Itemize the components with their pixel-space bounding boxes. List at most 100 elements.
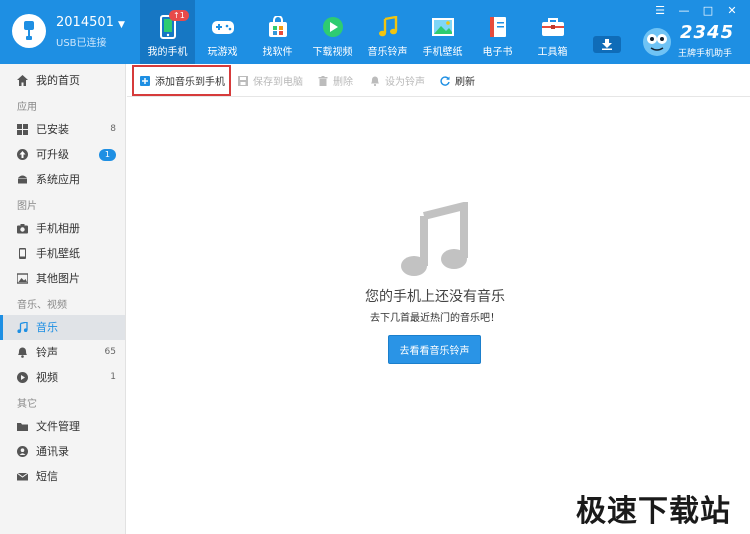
book-icon xyxy=(485,14,511,40)
device-status: USB已连接 xyxy=(56,38,107,49)
nav-games[interactable]: 玩游戏 xyxy=(195,0,250,64)
music-note-icon xyxy=(17,322,28,333)
sidebar-item-music[interactable]: 音乐 xyxy=(0,315,125,340)
refresh-label: 刷新 xyxy=(455,77,475,88)
section-pictures: 图片 xyxy=(17,201,37,212)
chevron-down-icon[interactable]: ▼ xyxy=(118,20,125,30)
refresh-button[interactable]: 刷新 xyxy=(440,64,475,97)
nav-my-phone[interactable]: ↑1 我的手机 xyxy=(140,0,195,64)
set-ringtone-button[interactable]: 设为铃声 xyxy=(370,64,425,97)
gamepad-icon xyxy=(210,14,236,40)
trash-icon xyxy=(318,75,328,86)
sidebar-item-contacts[interactable]: 通讯录 xyxy=(0,439,125,464)
upgrade-icon xyxy=(17,149,28,160)
phone-wallpaper-icon xyxy=(19,248,26,259)
upgrade-count-badge: 1 xyxy=(98,149,116,161)
music-note-icon xyxy=(375,14,401,40)
nav-label: 工具箱 xyxy=(537,47,568,58)
contact-icon xyxy=(17,446,28,457)
sidebar-item-label: 其他图片 xyxy=(36,272,80,285)
folder-icon xyxy=(17,423,28,431)
nav-wallpaper[interactable]: 手机壁纸 xyxy=(415,0,470,64)
sidebar-item-installed[interactable]: 已安装 8 xyxy=(0,117,125,142)
main-nav: ↑1 我的手机 玩游戏 找软件 下载视频 音乐铃声 手机壁纸 电子书 工具箱 xyxy=(140,0,580,64)
nav-label: 下载视频 xyxy=(312,47,353,58)
envelope-icon xyxy=(17,472,28,481)
sidebar-item-home[interactable]: 我的首页 xyxy=(0,68,125,93)
bell-icon xyxy=(371,76,379,86)
nav-label: 音乐铃声 xyxy=(367,47,408,58)
sidebar: 我的首页 应用 已安装 8 可升级 1 系统应用 图片 手机相册 手机壁纸 其他… xyxy=(0,64,126,534)
item-count: 1 xyxy=(110,372,116,382)
nav-ebooks[interactable]: 电子书 xyxy=(470,0,525,64)
sidebar-item-system-apps[interactable]: 系统应用 xyxy=(0,167,125,192)
empty-title: 您的手机上还没有音乐 xyxy=(365,289,505,305)
nav-label: 玩游戏 xyxy=(207,47,238,58)
sidebar-item-label: 铃声 xyxy=(36,346,58,359)
save-icon xyxy=(238,75,248,86)
sidebar-item-label: 文件管理 xyxy=(36,420,80,433)
nav-music[interactable]: 音乐铃声 xyxy=(360,0,415,64)
browse-music-button[interactable]: 去看看音乐铃声 xyxy=(388,335,481,364)
phone-usb-icon xyxy=(12,14,46,48)
sidebar-item-upgradable[interactable]: 可升级 1 xyxy=(0,142,125,167)
delete-button[interactable]: 删除 xyxy=(318,64,353,97)
section-apps: 应用 xyxy=(17,102,37,113)
refresh-icon xyxy=(440,75,450,86)
sidebar-item-video[interactable]: 视频 1 xyxy=(0,365,125,390)
sidebar-item-files[interactable]: 文件管理 xyxy=(0,414,125,439)
nav-video[interactable]: 下载视频 xyxy=(305,0,360,64)
delete-label: 删除 xyxy=(333,77,353,88)
save-to-pc-button[interactable]: 保存到电脑 xyxy=(238,64,303,97)
section-media: 音乐、视频 xyxy=(17,300,67,311)
logo-number: 2345 xyxy=(680,22,735,43)
sidebar-item-wallpaper[interactable]: 手机壁纸 xyxy=(0,241,125,266)
sidebar-item-album[interactable]: 手机相册 xyxy=(0,216,125,241)
nav-label: 手机壁纸 xyxy=(422,47,463,58)
mascot-icon xyxy=(643,28,671,56)
sidebar-item-label: 手机壁纸 xyxy=(36,247,80,260)
sidebar-item-label: 通讯录 xyxy=(36,445,69,458)
picture-icon xyxy=(17,273,28,284)
menu-icon[interactable]: ☰ xyxy=(648,4,672,18)
device-name: 2014501 xyxy=(56,15,114,30)
play-circle-icon xyxy=(17,372,28,383)
nav-toolbox[interactable]: 工具箱 xyxy=(525,0,580,64)
music-note-icon xyxy=(401,202,468,276)
device-info[interactable]: 2014501 USB已连接 ▼ xyxy=(12,12,132,52)
empty-subtitle: 去下几首最近热门的音乐吧！ xyxy=(370,313,500,324)
section-other: 其它 xyxy=(17,399,37,410)
home-icon xyxy=(17,75,28,86)
nav-label: 电子书 xyxy=(482,47,513,58)
play-icon xyxy=(320,14,346,40)
item-count: 8 xyxy=(110,124,116,134)
sidebar-item-label: 视频 xyxy=(36,371,58,384)
sidebar-item-sms[interactable]: 短信 xyxy=(0,464,125,489)
watermark: 极速下载站 xyxy=(576,494,731,529)
close-icon[interactable]: ✕ xyxy=(720,4,744,18)
top-bar: 2014501 USB已连接 ▼ ↑1 我的手机 玩游戏 找软件 下载视频 音乐… xyxy=(0,0,750,64)
image-icon xyxy=(430,14,456,40)
nav-label: 我的手机 xyxy=(147,47,188,58)
set-ringtone-label: 设为铃声 xyxy=(385,77,425,88)
save-label: 保存到电脑 xyxy=(253,77,303,88)
sidebar-item-label: 短信 xyxy=(36,470,58,483)
sidebar-item-label: 系统应用 xyxy=(36,173,80,186)
sidebar-item-label: 可升级 xyxy=(36,148,69,161)
toolbox-icon xyxy=(540,14,566,40)
sidebar-item-label: 手机相册 xyxy=(36,222,80,235)
download-manager-button[interactable] xyxy=(593,36,621,53)
item-count: 65 xyxy=(104,347,116,357)
sidebar-item-label: 音乐 xyxy=(36,321,58,334)
sidebar-item-other-pictures[interactable]: 其他图片 xyxy=(0,266,125,291)
logo-subtitle: 王牌手机助手 xyxy=(678,49,733,59)
add-music-highlight xyxy=(132,65,231,96)
nav-apps[interactable]: 找软件 xyxy=(250,0,305,64)
minimize-icon[interactable]: — xyxy=(672,4,696,18)
sidebar-item-label: 已安装 xyxy=(36,123,69,136)
nav-label: 找软件 xyxy=(262,47,293,58)
shopping-bag-icon xyxy=(265,14,291,40)
maximize-icon[interactable]: □ xyxy=(696,4,720,18)
download-icon xyxy=(602,39,612,50)
sidebar-item-ringtone[interactable]: 铃声 65 xyxy=(0,340,125,365)
